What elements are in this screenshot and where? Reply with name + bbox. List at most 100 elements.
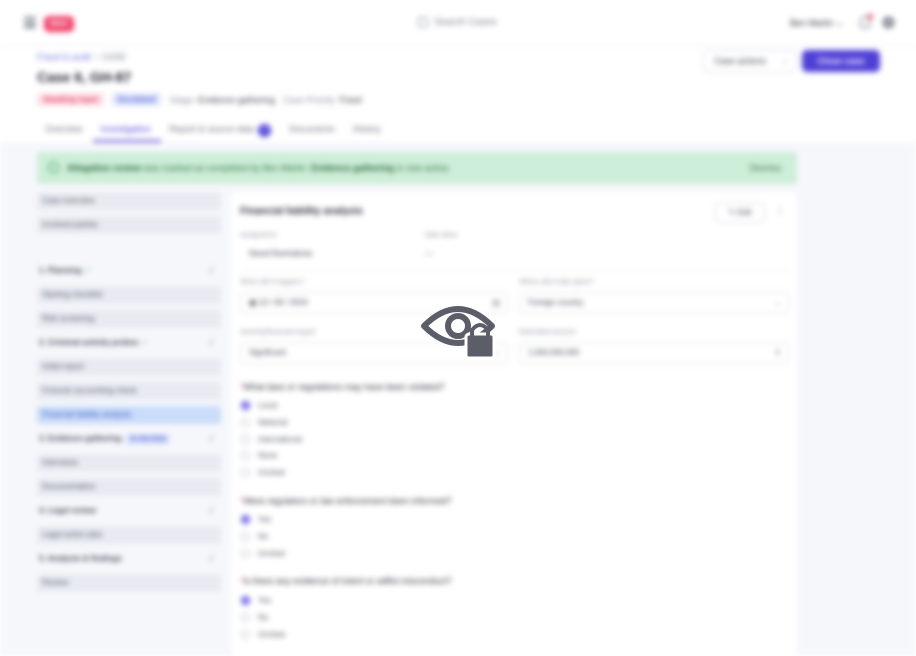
tab-overview[interactable]: Overview bbox=[37, 120, 93, 142]
impact-label: Severity/financial impact bbox=[240, 329, 316, 336]
radio-option[interactable]: No bbox=[241, 532, 268, 541]
breadcrumb-link[interactable]: Fraud & audit bbox=[37, 52, 91, 62]
app-logo[interactable]: MAX bbox=[44, 16, 74, 32]
radio-button[interactable] bbox=[241, 435, 250, 444]
assigned-value: Naval Ravinderan bbox=[249, 249, 313, 258]
notification-dot bbox=[868, 14, 873, 19]
radio-option[interactable]: Yes bbox=[241, 515, 271, 524]
location-select[interactable]: Foreign country ⌄ bbox=[519, 292, 789, 314]
sidebar-item[interactable]: Interviews bbox=[37, 454, 221, 472]
stepper-icon: ⇕ bbox=[774, 348, 781, 357]
sidebar-item[interactable]: Starting checklist bbox=[37, 286, 221, 304]
investigation-sidebar: Case overview Involved parties 1. Planni… bbox=[37, 192, 221, 598]
chevron-icon: ⋮ bbox=[207, 506, 215, 515]
check-icon: ✓ bbox=[141, 338, 149, 347]
radio-button[interactable] bbox=[241, 596, 250, 605]
radio-option[interactable]: National bbox=[241, 418, 287, 427]
radio-option[interactable]: International bbox=[241, 435, 302, 444]
sidebar-section-evidence[interactable]: 3. Evidence gathering IN REVIEW ⋮ bbox=[37, 430, 221, 448]
sidebar-item[interactable]: Initial report bbox=[37, 358, 221, 376]
gear-icon[interactable] bbox=[883, 17, 894, 28]
menu-icon[interactable] bbox=[24, 17, 36, 28]
tab-investigation[interactable]: Investigation bbox=[92, 120, 162, 142]
date-done-value: — bbox=[425, 249, 433, 258]
radio-button[interactable] bbox=[241, 549, 250, 558]
sidebar-item-case-overview[interactable]: Case overview bbox=[37, 192, 221, 210]
amount-field[interactable]: 1,000,000,000 ⇕ bbox=[519, 342, 789, 364]
breadcrumb-current: CASE bbox=[101, 52, 127, 62]
pencil-icon: ✎ bbox=[728, 208, 738, 217]
radio-option[interactable]: Unclear bbox=[241, 630, 286, 639]
radio-button[interactable] bbox=[241, 401, 250, 410]
stage-value: Evidence gathering bbox=[197, 94, 275, 105]
tab-history[interactable]: History bbox=[345, 120, 391, 142]
case-actions-button[interactable]: Case actions ⌄ bbox=[703, 50, 797, 72]
sidebar-section-analysis[interactable]: 5. Analysis & findings ⋮ bbox=[37, 550, 221, 568]
case-meta: Awaiting input Escalated Stage: Evidence… bbox=[37, 93, 361, 106]
radio-option[interactable]: Unclear bbox=[241, 468, 286, 477]
eye-lock-icon bbox=[421, 306, 496, 360]
chevron-icon: ⋮ bbox=[207, 338, 215, 347]
assigned-label: Assigned to bbox=[240, 232, 277, 239]
chevron-icon: ⋮ bbox=[207, 266, 215, 275]
radio-button[interactable] bbox=[241, 451, 250, 460]
check-icon: ✓ bbox=[84, 266, 92, 275]
escalation-badge: Escalated bbox=[111, 93, 162, 106]
chevron-icon: ⋮ bbox=[207, 554, 215, 563]
radio-option[interactable]: Local bbox=[241, 401, 277, 410]
sidebar-section-criminal[interactable]: 2. Criminal activity probes ✓ ⋮ bbox=[37, 334, 221, 352]
sidebar-item-active[interactable]: Financial liability analysis bbox=[37, 406, 221, 424]
tab-documents[interactable]: Documents bbox=[281, 120, 345, 142]
radio-option[interactable]: None bbox=[241, 451, 277, 460]
chevron-icon: ⋮ bbox=[207, 434, 215, 443]
user-menu[interactable]: Ben Martin ⌄ bbox=[790, 18, 844, 29]
when-label: When did it happen? bbox=[240, 279, 305, 286]
dismiss-button[interactable]: Dismiss bbox=[750, 163, 782, 173]
sidebar-item-involved-parties[interactable]: Involved parties bbox=[37, 216, 221, 234]
sidebar-item[interactable]: Risk screening bbox=[37, 310, 221, 328]
tab-count-badge: 4 bbox=[258, 124, 272, 137]
amount-label: Estimated amount bbox=[519, 329, 576, 336]
priority-value: Fixed bbox=[339, 94, 362, 105]
sidebar-section-legal[interactable]: 4. Legal review ⋮ bbox=[37, 502, 221, 520]
search-bar[interactable]: Search Cases bbox=[418, 17, 497, 28]
page-title: Case 6, GH-87 bbox=[37, 69, 132, 85]
sidebar-item[interactable]: Review bbox=[37, 574, 221, 592]
sidebar-item[interactable]: Documentation bbox=[37, 478, 221, 496]
edit-button[interactable]: ✎ Edit bbox=[715, 203, 765, 223]
panel-title: Financial liability analysis bbox=[240, 206, 363, 217]
more-icon[interactable]: ⋮ bbox=[775, 206, 785, 217]
calendar-icon: ▦ bbox=[249, 298, 259, 307]
radio-option[interactable]: Unclear bbox=[241, 549, 286, 558]
tab-report[interactable]: Report & source data 4 bbox=[161, 120, 281, 142]
radio-button[interactable] bbox=[241, 515, 250, 524]
sidebar-item[interactable]: Forensic accounting check bbox=[37, 382, 221, 400]
breadcrumb: Fraud & audit / CASE bbox=[37, 52, 127, 62]
radio-button[interactable] bbox=[241, 468, 250, 477]
radio-option[interactable]: Yes bbox=[241, 596, 271, 605]
radio-button[interactable] bbox=[241, 613, 250, 622]
info-icon bbox=[48, 162, 59, 173]
chevron-down-icon: ⌄ bbox=[774, 298, 781, 307]
top-bar: MAX Search Cases Ben Martin ⌄ bbox=[0, 0, 916, 46]
sidebar-section-planning[interactable]: 1. Planning ✓ ⋮ bbox=[37, 262, 221, 280]
where-label: Where did it take place? bbox=[519, 279, 595, 286]
status-badge: Awaiting input bbox=[37, 93, 104, 106]
radio-button[interactable] bbox=[241, 630, 250, 639]
tab-bar: Overview Investigation Report & source d… bbox=[37, 120, 391, 142]
search-placeholder: Search Cases bbox=[434, 17, 497, 28]
form-panel: Financial liability analysis ✎ Edit ⋮ As… bbox=[231, 192, 797, 656]
divider bbox=[240, 270, 789, 271]
status-badge: IN REVIEW bbox=[125, 434, 171, 445]
radio-button[interactable] bbox=[241, 532, 250, 541]
close-case-button[interactable]: Close case bbox=[802, 50, 880, 72]
question-1: *What laws or regulations may have been … bbox=[240, 382, 445, 392]
chevron-down-icon: ⌄ bbox=[781, 56, 788, 65]
radio-button[interactable] bbox=[241, 418, 250, 427]
radio-option[interactable]: No bbox=[241, 613, 268, 622]
search-icon bbox=[418, 17, 428, 28]
date-done-label: Date done bbox=[425, 232, 458, 239]
success-banner: Allegation review was marked as complete… bbox=[37, 152, 797, 184]
sidebar-item[interactable]: Legal action plan bbox=[37, 526, 221, 544]
question-3: *Is there any evidence of intent or will… bbox=[240, 576, 452, 586]
